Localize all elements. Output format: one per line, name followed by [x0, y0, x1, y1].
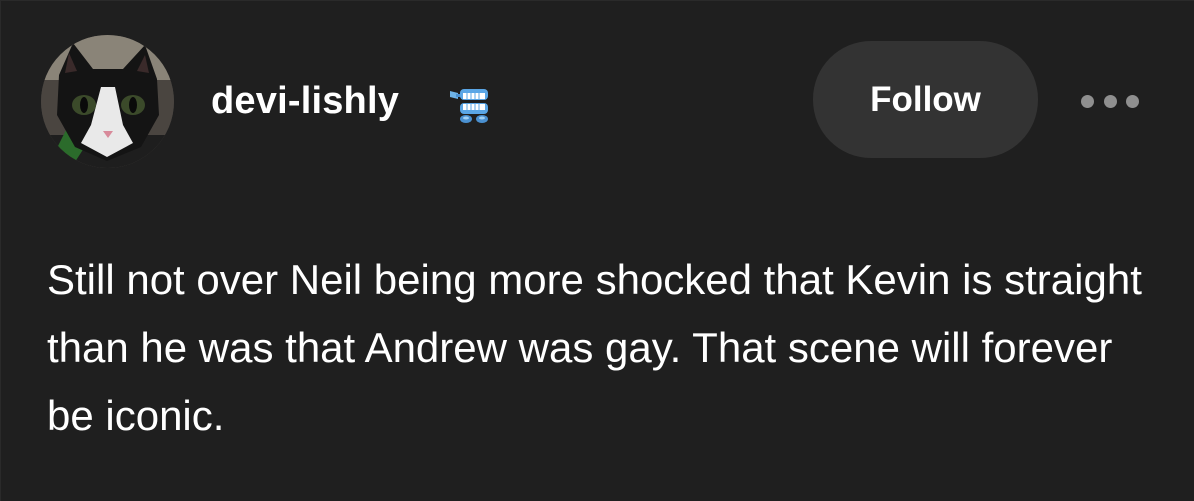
more-dot: [1103, 94, 1117, 108]
more-dot: [1126, 94, 1139, 108]
username[interactable]: devi-lishly: [211, 79, 399, 123]
chattering-teeth-badge-icon: [448, 81, 492, 125]
avatar[interactable]: [41, 35, 174, 168]
post-card: devi-lishly Follow Still not over Neil b…: [0, 0, 1194, 501]
more-options-icon[interactable]: [1077, 81, 1143, 121]
more-dot: [1081, 94, 1094, 108]
post-body-text: Still not over Neil being more shocked t…: [47, 256, 1142, 439]
cat-avatar-icon: [41, 35, 174, 168]
follow-button[interactable]: Follow: [813, 41, 1038, 158]
